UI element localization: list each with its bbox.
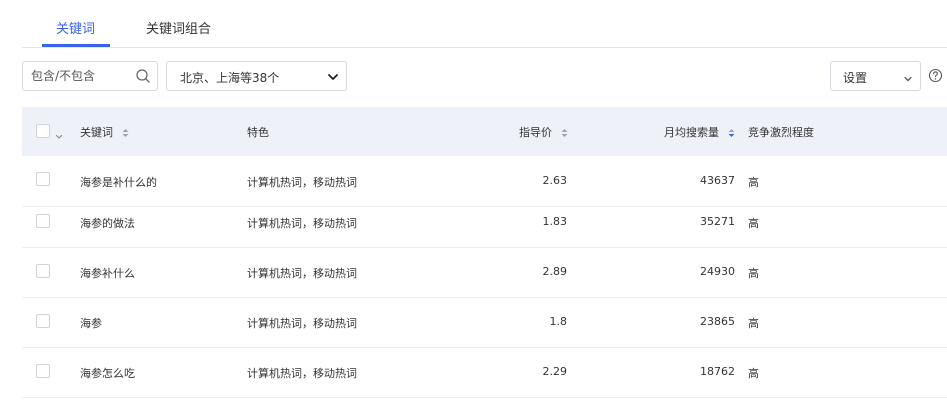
price-cell: 1.8	[549, 315, 568, 328]
competition-cell: 高	[748, 367, 759, 380]
settings-label: 设置	[843, 71, 868, 85]
tab-keywords[interactable]: 关键词	[56, 18, 95, 37]
keyword-cell: 海参的做法	[80, 217, 135, 230]
table-row: 海参怎么吃 计算机热词，移动热词 2.29 18762 高	[22, 347, 947, 398]
feature-cell: 计算机热词，移动热词	[247, 317, 357, 330]
search-icon[interactable]	[135, 68, 151, 88]
monthly-search-cell: 43637	[700, 174, 735, 187]
column-header-keyword[interactable]: 关键词	[80, 124, 129, 140]
price-cell: 2.89	[542, 265, 568, 278]
column-header-price-label: 指导价	[519, 126, 552, 139]
feature-cell: 计算机热词，移动热词	[247, 176, 357, 189]
table-row: 海参 计算机热词，移动热词 1.8 23865 高	[22, 297, 947, 348]
feature-cell: 计算机热词，移动热词	[247, 217, 357, 230]
select-all-checkbox[interactable]	[36, 124, 50, 138]
monthly-search-cell: 23865	[700, 315, 735, 328]
sort-icon[interactable]	[122, 128, 129, 138]
settings-dropdown[interactable]: 设置	[830, 61, 921, 91]
competition-cell: 高	[748, 317, 759, 330]
sort-icon[interactable]	[728, 128, 735, 138]
table-header: 关键词 特色 指导价 月均搜索量 竞争激烈程度	[22, 107, 947, 156]
keyword-cell: 海参是补什么的	[80, 176, 157, 189]
row-checkbox[interactable]	[36, 314, 50, 328]
row-checkbox[interactable]	[36, 214, 50, 228]
competition-cell: 高	[748, 176, 759, 189]
keyword-cell: 海参怎么吃	[80, 367, 135, 380]
column-header-price[interactable]: 指导价	[519, 124, 568, 140]
monthly-search-cell: 24930	[700, 265, 735, 278]
row-checkbox[interactable]	[36, 264, 50, 278]
price-cell: 2.63	[542, 174, 568, 187]
keyword-cell: 海参	[80, 317, 102, 330]
chevron-down-icon	[326, 69, 340, 88]
region-select-value: 北京、上海等38个	[180, 71, 280, 85]
sort-icon[interactable]	[561, 128, 568, 138]
chevron-down-icon[interactable]	[55, 126, 63, 145]
row-checkbox[interactable]	[36, 364, 50, 378]
monthly-search-cell: 35271	[700, 215, 735, 228]
table-row: 海参的做法 计算机热词，移动热词 1.83 35271 高	[22, 197, 947, 248]
row-checkbox[interactable]	[36, 172, 50, 186]
table-row: 海参补什么 计算机热词，移动热词 2.89 24930 高	[22, 247, 947, 298]
include-exclude-filter	[22, 61, 158, 91]
monthly-search-cell: 18762	[700, 365, 735, 378]
column-header-competition: 竞争激烈程度	[748, 126, 814, 139]
tab-keyword-combos[interactable]: 关键词组合	[146, 18, 211, 37]
price-cell: 2.29	[542, 365, 568, 378]
tab-bar: 关键词 关键词组合	[22, 0, 947, 48]
active-tab-indicator	[42, 44, 110, 47]
feature-cell: 计算机热词，移动热词	[247, 267, 357, 280]
region-select[interactable]: 北京、上海等38个	[166, 61, 347, 91]
column-header-monthly-search-label: 月均搜索量	[664, 126, 719, 139]
feature-cell: 计算机热词，移动热词	[247, 367, 357, 380]
help-icon[interactable]	[928, 68, 943, 87]
chevron-down-icon	[902, 70, 914, 89]
include-exclude-input[interactable]	[31, 69, 131, 83]
column-header-feature: 特色	[247, 126, 269, 139]
keyword-cell: 海参补什么	[80, 267, 135, 280]
competition-cell: 高	[748, 217, 759, 230]
column-header-keyword-label: 关键词	[80, 126, 113, 139]
price-cell: 1.83	[542, 215, 568, 228]
column-header-monthly-search[interactable]: 月均搜索量	[664, 124, 735, 140]
competition-cell: 高	[748, 267, 759, 280]
